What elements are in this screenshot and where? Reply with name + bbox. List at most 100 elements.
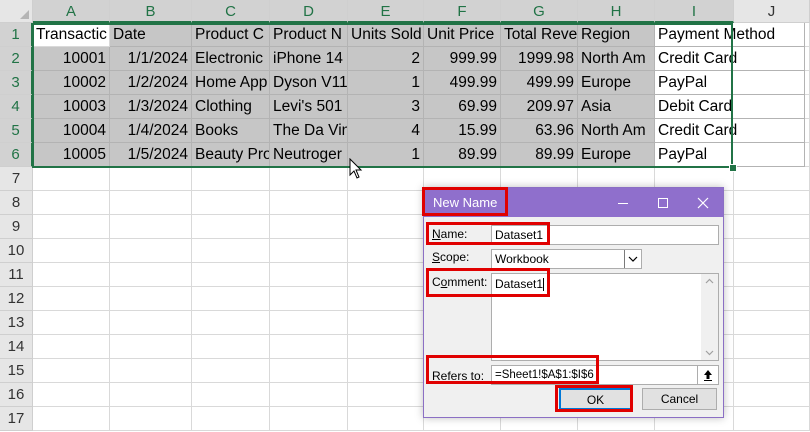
header-cell[interactable]: Payment Method xyxy=(655,23,805,47)
row-header[interactable]: 4 xyxy=(0,95,33,119)
data-cell[interactable]: iPhone 14 xyxy=(270,47,348,71)
data-cell[interactable]: 1/4/2024 xyxy=(110,119,192,143)
header-cell[interactable]: Unit Price xyxy=(424,23,501,47)
row-header[interactable]: 13 xyxy=(0,311,33,335)
cancel-button[interactable]: Cancel xyxy=(642,388,717,410)
cell[interactable] xyxy=(348,335,424,359)
cell[interactable] xyxy=(348,311,424,335)
cell[interactable] xyxy=(348,407,424,431)
scope-select[interactable]: Workbook xyxy=(491,249,642,269)
refers-to-input[interactable]: =Sheet1!$A$1:$I$6 xyxy=(491,365,719,385)
cell[interactable] xyxy=(192,239,270,263)
comment-scrollbar[interactable] xyxy=(701,274,718,360)
header-cell[interactable]: Product N xyxy=(270,23,348,47)
data-cell[interactable]: Clothing xyxy=(192,95,270,119)
cell[interactable] xyxy=(270,167,348,191)
row-header[interactable]: 16 xyxy=(0,383,33,407)
column-header[interactable]: J xyxy=(734,0,810,23)
cell[interactable] xyxy=(270,287,348,311)
cell[interactable] xyxy=(192,311,270,335)
data-cell[interactable]: North Am xyxy=(578,47,655,71)
cell[interactable] xyxy=(734,335,810,359)
cell[interactable] xyxy=(192,287,270,311)
cell[interactable] xyxy=(110,287,192,311)
data-cell[interactable]: Debit Card xyxy=(655,95,805,119)
data-cell[interactable]: Credit Card xyxy=(655,119,805,143)
cell[interactable] xyxy=(348,263,424,287)
cell[interactable] xyxy=(348,383,424,407)
cell[interactable] xyxy=(734,359,810,383)
row-header[interactable]: 2 xyxy=(0,47,33,71)
row-header[interactable]: 17 xyxy=(0,407,33,431)
data-cell[interactable]: Books xyxy=(192,119,270,143)
cell[interactable] xyxy=(110,239,192,263)
cell[interactable] xyxy=(110,407,192,431)
cell[interactable] xyxy=(734,191,810,215)
cell[interactable] xyxy=(270,191,348,215)
data-cell[interactable]: 2 xyxy=(348,47,424,71)
cell[interactable] xyxy=(734,311,810,335)
cell[interactable] xyxy=(110,167,192,191)
dialog-titlebar[interactable]: New Name xyxy=(424,188,723,217)
data-cell[interactable]: 209.97 xyxy=(501,95,578,119)
row-header[interactable]: 7 xyxy=(0,167,33,191)
cell[interactable] xyxy=(110,191,192,215)
data-cell[interactable]: PayPal xyxy=(655,71,805,95)
data-cell[interactable]: 4 xyxy=(348,119,424,143)
cell[interactable] xyxy=(33,215,110,239)
row-header[interactable]: 12 xyxy=(0,287,33,311)
cell[interactable] xyxy=(192,407,270,431)
row-header[interactable]: 8 xyxy=(0,191,33,215)
header-cell[interactable]: Total Reve xyxy=(501,23,578,47)
cell[interactable] xyxy=(270,359,348,383)
data-cell[interactable]: 999.99 xyxy=(424,47,501,71)
data-cell[interactable]: The Da Vin xyxy=(270,119,348,143)
cell[interactable] xyxy=(270,215,348,239)
cell[interactable] xyxy=(270,335,348,359)
cell[interactable] xyxy=(734,215,810,239)
cell[interactable] xyxy=(33,263,110,287)
data-cell[interactable]: 499.99 xyxy=(501,71,578,95)
cell[interactable] xyxy=(270,407,348,431)
header-cell[interactable]: Transactic xyxy=(33,23,110,47)
maximize-button[interactable] xyxy=(643,188,683,217)
cell[interactable] xyxy=(33,287,110,311)
cell[interactable] xyxy=(270,311,348,335)
cell[interactable] xyxy=(33,311,110,335)
row-header[interactable]: 14 xyxy=(0,335,33,359)
data-cell[interactable]: 89.99 xyxy=(424,143,501,167)
data-cell[interactable]: Levi's 501 xyxy=(270,95,348,119)
cell[interactable] xyxy=(734,167,810,191)
row-header[interactable]: 5 xyxy=(0,119,33,143)
data-cell[interactable]: 499.99 xyxy=(424,71,501,95)
column-header[interactable]: B xyxy=(110,0,192,23)
header-cell[interactable]: Units Sold xyxy=(348,23,424,47)
cell[interactable] xyxy=(734,287,810,311)
cell[interactable] xyxy=(348,191,424,215)
data-cell[interactable]: 69.99 xyxy=(424,95,501,119)
header-cell[interactable]: Product C xyxy=(192,23,270,47)
data-cell[interactable]: 10003 xyxy=(33,95,110,119)
cell[interactable] xyxy=(192,191,270,215)
cell[interactable] xyxy=(110,335,192,359)
data-cell[interactable]: 1/5/2024 xyxy=(110,143,192,167)
data-cell[interactable]: 1 xyxy=(348,71,424,95)
header-cell[interactable]: Region xyxy=(578,23,655,47)
column-header[interactable]: H xyxy=(578,0,655,23)
cell[interactable] xyxy=(348,215,424,239)
data-cell[interactable]: Europe xyxy=(578,71,655,95)
column-header[interactable]: A xyxy=(33,0,110,23)
cell[interactable] xyxy=(192,167,270,191)
data-cell[interactable]: 10002 xyxy=(33,71,110,95)
column-header[interactable]: F xyxy=(424,0,501,23)
cell[interactable] xyxy=(192,335,270,359)
row-header[interactable]: 1 xyxy=(0,23,33,47)
comment-textarea[interactable]: Dataset1 xyxy=(491,273,719,361)
data-cell[interactable]: 1999.98 xyxy=(501,47,578,71)
cell[interactable] xyxy=(348,287,424,311)
row-header[interactable]: 3 xyxy=(0,71,33,95)
data-cell[interactable]: Beauty Pro xyxy=(192,143,270,167)
row-header[interactable]: 11 xyxy=(0,263,33,287)
data-cell[interactable]: 15.99 xyxy=(424,119,501,143)
data-cell[interactable]: 10001 xyxy=(33,47,110,71)
